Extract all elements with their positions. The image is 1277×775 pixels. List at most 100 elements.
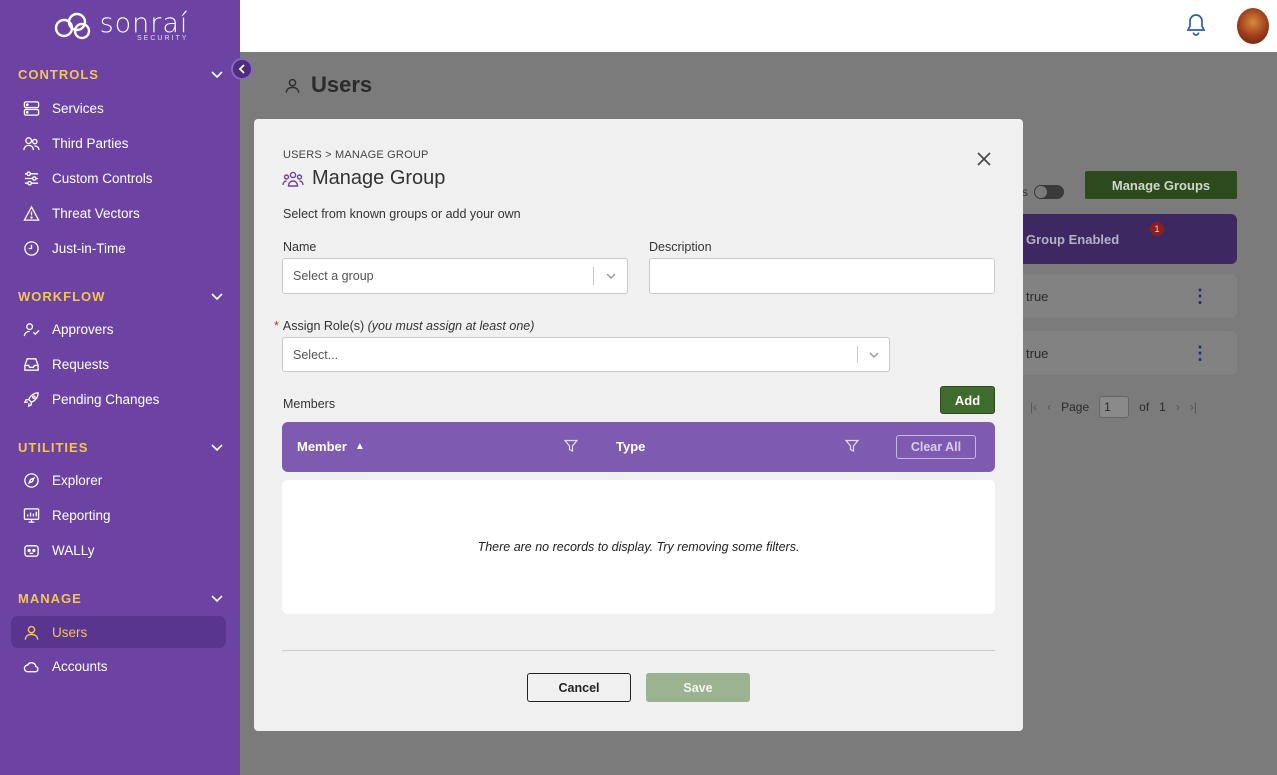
sidebar-item-third-parties[interactable]: Third Parties (11, 127, 226, 159)
group-icon (282, 171, 304, 187)
assign-roles-text: Assign Role(s) (282, 319, 365, 333)
sort-ascending-icon[interactable]: ▲ (355, 441, 365, 452)
column-header-member[interactable]: Member ▲ (297, 439, 365, 454)
users-icon (23, 135, 40, 152)
select-separator (857, 346, 858, 363)
sidebar-item-explorer[interactable]: Explorer (11, 464, 226, 496)
divider (282, 650, 995, 651)
assign-roles-select[interactable]: Select... (282, 337, 890, 372)
column-header-type[interactable]: Type (616, 439, 645, 454)
section-manage-header[interactable]: MANAGE (18, 591, 224, 606)
column-label: Type (616, 439, 646, 454)
sidebar-item-approvers[interactable]: Approvers (11, 313, 226, 345)
sidebar: sonraí SECURITY CONTROLS Services Third … (0, 0, 240, 775)
page-number-input[interactable]: 1 (1099, 396, 1130, 418)
robot-icon (23, 542, 40, 559)
user-icon (23, 624, 40, 641)
warning-icon (23, 204, 40, 222)
table-row[interactable]: true ⋮ (1022, 331, 1237, 375)
avatar[interactable] (1237, 8, 1269, 44)
of-label: of (1139, 400, 1150, 414)
name-label: Name (283, 240, 317, 254)
brand-logo[interactable]: sonraí SECURITY (0, 0, 240, 52)
chevron-down-icon[interactable] (605, 270, 617, 282)
filter-icon[interactable] (564, 439, 578, 453)
users-table-header: Group Enabled (1022, 214, 1237, 264)
section-title: WORKFLOW (18, 289, 106, 304)
manage-group-modal: USERS > MANAGE GROUP Manage Group Select… (254, 119, 1023, 731)
close-icon[interactable] (975, 150, 993, 168)
description-label: Description (649, 240, 712, 254)
rocket-icon (23, 391, 40, 408)
sidebar-item-reporting[interactable]: Reporting (11, 499, 226, 531)
column-header-group-enabled[interactable]: Group Enabled (1026, 232, 1119, 247)
clear-all-button[interactable]: Clear All (896, 435, 976, 459)
filter-icon[interactable] (845, 439, 859, 453)
page-title-text: Users (311, 72, 373, 97)
modal-title-text: Manage Group (312, 167, 446, 189)
sidebar-item-label: WALLy (52, 542, 95, 558)
required-marker: * (274, 319, 279, 333)
sonrai-logo-icon (54, 12, 90, 40)
brand-name: sonraí (99, 8, 189, 39)
chevron-down-icon[interactable] (210, 68, 224, 82)
topbar (240, 0, 1277, 52)
cell-group-enabled: true (1026, 345, 1049, 361)
next-page-icon[interactable]: › (1176, 400, 1180, 414)
modal-title: Manage Group (282, 167, 445, 190)
brand-wordmark: sonraí SECURITY (100, 10, 189, 42)
sidebar-item-services[interactable]: Services (11, 92, 226, 124)
collapse-sidebar-button[interactable] (231, 58, 253, 80)
sidebar-item-accounts[interactable]: Accounts (11, 650, 226, 682)
server-icon (23, 100, 40, 117)
filter-count-badge: 1 (1150, 222, 1164, 236)
chevron-left-icon (238, 64, 245, 74)
manage-groups-button[interactable]: Manage Groups (1085, 171, 1237, 199)
page-title: Users (284, 72, 372, 98)
table-row[interactable]: true ⋮ (1022, 274, 1237, 318)
last-page-icon[interactable]: ›| (1190, 400, 1197, 414)
sidebar-item-label: Third Parties (52, 135, 129, 151)
sidebar-item-requests[interactable]: Requests (11, 348, 226, 380)
first-page-icon[interactable]: |‹ (1030, 400, 1037, 414)
bell-icon[interactable] (1185, 13, 1207, 37)
add-member-button[interactable]: Add (940, 386, 995, 414)
description-input[interactable] (649, 258, 995, 294)
section-controls-header[interactable]: CONTROLS (18, 67, 224, 82)
sidebar-item-label: Requests (52, 356, 110, 372)
sliders-icon (23, 170, 40, 187)
clock-icon (23, 240, 40, 257)
more-options-icon[interactable]: ⋮ (1191, 286, 1209, 307)
section-title: UTILITIES (18, 440, 89, 455)
cancel-button[interactable]: Cancel (527, 673, 631, 702)
chevron-down-icon[interactable] (210, 290, 224, 304)
inbox-icon (23, 356, 40, 373)
total-pages: 1 (1159, 400, 1166, 414)
pagination: |‹ ‹ Page 1 of 1 › ›| (1030, 396, 1197, 418)
sidebar-item-just-in-time[interactable]: Just-in-Time (11, 232, 226, 264)
chevron-down-icon[interactable] (210, 592, 224, 606)
sidebar-item-label: Pending Changes (52, 391, 160, 407)
more-options-icon[interactable]: ⋮ (1191, 343, 1209, 364)
user-icon (285, 78, 300, 93)
prev-page-icon[interactable]: ‹ (1047, 400, 1051, 414)
sidebar-item-custom-controls[interactable]: Custom Controls (11, 162, 226, 194)
sidebar-item-label: Reporting (52, 507, 111, 523)
sidebar-item-wally[interactable]: WALLy (11, 534, 226, 566)
members-table-body: There are no records to display. Try rem… (282, 480, 995, 614)
sidebar-item-users[interactable]: Users (11, 616, 226, 648)
sidebar-item-pending-changes[interactable]: Pending Changes (11, 383, 226, 415)
section-title: CONTROLS (18, 67, 99, 82)
chevron-down-icon[interactable] (210, 441, 224, 455)
cell-group-enabled: true (1026, 288, 1049, 304)
section-utilities-header[interactable]: UTILITIES (18, 440, 224, 455)
toggle-switch[interactable] (1034, 185, 1064, 199)
save-button[interactable]: Save (646, 673, 750, 702)
select-separator (593, 267, 594, 285)
group-name-select[interactable]: Select a group (282, 258, 628, 294)
chevron-down-icon[interactable] (868, 349, 880, 361)
section-workflow-header[interactable]: WORKFLOW (18, 289, 224, 304)
sidebar-item-label: Custom Controls (52, 170, 153, 186)
empty-state-message: There are no records to display. Try rem… (477, 540, 800, 554)
sidebar-item-threat-vectors[interactable]: Threat Vectors (11, 197, 226, 229)
